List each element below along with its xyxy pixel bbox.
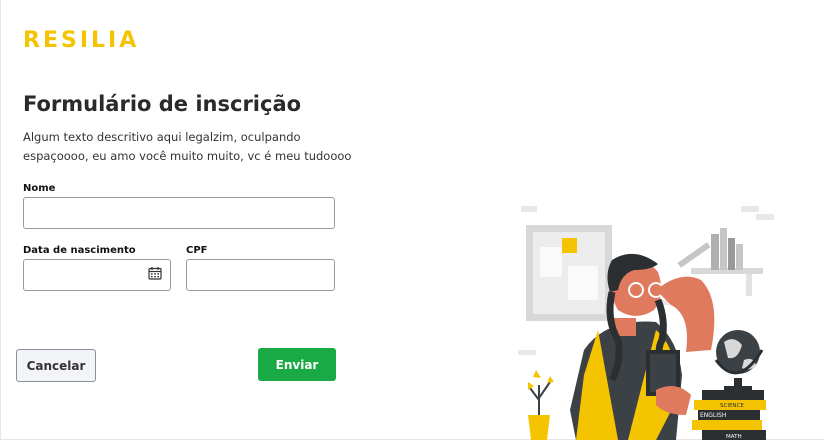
book-label-math: MATH: [726, 434, 742, 440]
nascimento-label: Data de nascimento: [23, 245, 136, 256]
cancel-button[interactable]: Cancelar: [16, 349, 96, 382]
book-label-science: SCIENCE: [720, 403, 744, 409]
nome-input[interactable]: [23, 197, 335, 229]
book-label-english: ENGLISH: [700, 412, 726, 419]
cpf-input[interactable]: [186, 259, 335, 291]
page-description: Algum texto descritivo aqui legalzim, oc…: [23, 130, 352, 163]
page-title: Formulário de inscrição: [23, 92, 302, 116]
brand-logo: RESILIA: [23, 28, 140, 53]
submit-button[interactable]: Enviar: [258, 348, 336, 381]
page: RESILIA Formulário de inscrição Algum te…: [0, 0, 824, 440]
calendar-icon[interactable]: [148, 266, 162, 280]
nome-label: Nome: [23, 183, 56, 194]
cpf-label: CPF: [186, 245, 208, 256]
student-illustration: SCIENCE ENGLISH MATH: [518, 206, 774, 440]
